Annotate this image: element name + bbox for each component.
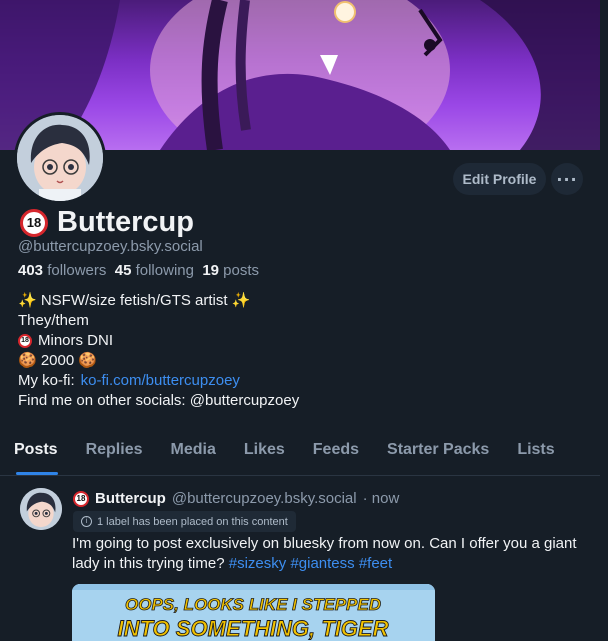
tab-media[interactable]: Media xyxy=(157,432,230,475)
profile-stats: 403 followers 45 following 19 posts xyxy=(18,262,259,279)
kofi-link[interactable]: ko-fi.com/buttercupzoey xyxy=(81,371,240,391)
adult-badge-icon: 18 xyxy=(18,334,32,348)
content-label-text: 1 label has been placed on this content xyxy=(97,515,288,528)
more-icon: ··· xyxy=(556,169,578,189)
more-options-button[interactable]: ··· xyxy=(551,163,583,195)
profile-tabs: Posts Replies Media Likes Feeds Starter … xyxy=(0,432,600,476)
post-timestamp[interactable]: · now xyxy=(363,490,400,507)
post-header: 18 Buttercup @buttercupzoey.bsky.social … xyxy=(73,490,399,507)
tab-posts[interactable]: Posts xyxy=(0,432,72,475)
hashtag-link[interactable]: #sizesky xyxy=(229,555,287,572)
profile-display-name: Buttercup xyxy=(57,206,194,238)
hashtag-link[interactable]: #feet xyxy=(359,555,392,572)
bio-line: ✨ NSFW/size fetish/GTS artist ✨ xyxy=(18,292,251,309)
post-image[interactable]: OOPS, LOOKS LIKE I STEPPED INTO SOMETHIN… xyxy=(72,584,435,641)
adult-badge-icon: 18 xyxy=(20,208,48,237)
info-icon: i xyxy=(81,516,92,527)
followers-link[interactable]: 403 followers xyxy=(18,262,106,279)
hashtag-link[interactable]: #giantess xyxy=(290,555,354,572)
tab-feeds[interactable]: Feeds xyxy=(299,432,373,475)
content-label-notice[interactable]: i 1 label has been placed on this conten… xyxy=(73,511,296,532)
profile-avatar[interactable] xyxy=(14,112,106,204)
post-text: I'm going to post exclusively on bluesky… xyxy=(72,535,577,572)
tab-lists[interactable]: Lists xyxy=(503,432,568,475)
tab-likes[interactable]: Likes xyxy=(230,432,299,475)
tab-starter-packs[interactable]: Starter Packs xyxy=(373,432,503,475)
following-link[interactable]: 45 following xyxy=(115,262,194,279)
posts-count: 19 posts xyxy=(202,262,260,279)
bio-line: 🍪 2000 🍪 xyxy=(18,352,98,369)
edit-profile-button[interactable]: Edit Profile xyxy=(453,163,546,195)
adult-badge-icon: 18 xyxy=(73,490,89,507)
post-author-avatar[interactable] xyxy=(20,488,62,530)
image-caption-line2: INTO SOMETHING, TIGER xyxy=(118,616,389,641)
tab-replies[interactable]: Replies xyxy=(72,432,157,475)
bio-line: Find me on other socials: @buttercupzoey xyxy=(18,392,300,409)
profile-handle: @buttercupzoey.bsky.social xyxy=(18,238,203,255)
scrollbar-track xyxy=(600,0,608,641)
bio-line: My ko-fi: ko-fi.com/buttercupzoey xyxy=(18,371,240,391)
profile-name-row: 18 Buttercup xyxy=(20,206,194,239)
bio-line: 18 Minors DNI xyxy=(18,331,299,351)
post-author-name[interactable]: Buttercup xyxy=(95,490,166,507)
post-author-handle[interactable]: @buttercupzoey.bsky.social xyxy=(172,490,357,507)
profile-bio: ✨ NSFW/size fetish/GTS artist ✨ They/the… xyxy=(18,291,299,411)
image-caption-line1: OOPS, LOOKS LIKE I STEPPED xyxy=(125,595,381,614)
bio-line: They/them xyxy=(18,312,89,329)
